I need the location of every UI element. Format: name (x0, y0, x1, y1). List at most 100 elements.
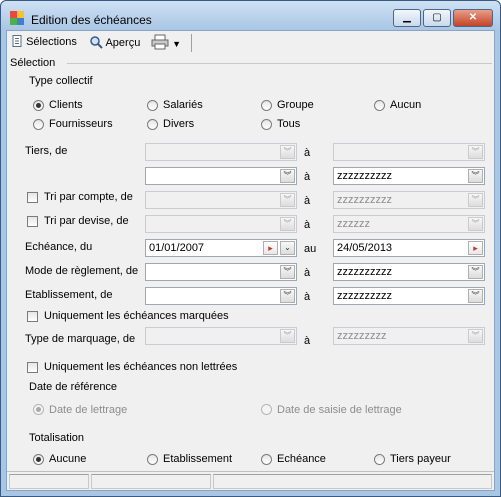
mode-to-combo[interactable]: zzzzzzzzzz ︾ (333, 263, 485, 281)
chevron-down-icon[interactable]: ︾ (280, 169, 295, 183)
marquees-label[interactable]: Uniquement les échéances marquées (44, 310, 229, 322)
chevron-down-icon[interactable]: ︾ (468, 193, 483, 207)
radio-groupe-label[interactable]: Groupe (277, 99, 314, 111)
tri-compte-checkbox[interactable] (27, 192, 38, 203)
status-bar (7, 471, 494, 490)
radio-salaries[interactable] (147, 100, 158, 111)
radio-fournisseurs-label[interactable]: Fournisseurs (49, 118, 113, 130)
mode-to-value: zzzzzzzzzz (337, 266, 392, 278)
title-bar[interactable]: Edition des échéances ▁ ▢ ✕ (1, 1, 500, 30)
maximize-button[interactable]: ▢ (423, 9, 451, 27)
type-marquage-to-combo[interactable]: zzzzzzzzz ︾ (333, 327, 485, 345)
radio-divers-label[interactable]: Divers (163, 118, 194, 130)
chevron-down-icon[interactable]: ︾ (468, 169, 483, 183)
radio-total-etablissement-label[interactable]: Etablissement (163, 453, 232, 465)
radio-clients-label[interactable]: Clients (49, 99, 83, 111)
chevron-down-icon[interactable]: ︾ (468, 217, 483, 231)
tri-devise-to-combo[interactable]: zzzzzz ︾ (333, 215, 485, 233)
calendar-icon[interactable]: ▸ (263, 241, 278, 255)
status-cell (91, 474, 211, 489)
tri-compte-a: à (304, 195, 311, 207)
chevron-down-icon[interactable]: ︾ (280, 217, 295, 231)
chevron-down-icon[interactable]: ︾ (468, 329, 483, 343)
selection-section: Sélection Type collectif Clients Salarié… (7, 55, 494, 490)
mode-from-combo[interactable]: ︾ (145, 263, 297, 281)
tiers-to-value: zzzzzzzzzz (337, 170, 392, 182)
type-marquage-from-combo[interactable]: ︾ (145, 327, 297, 345)
radio-total-echeance[interactable] (261, 454, 272, 465)
chevron-down-icon[interactable]: ︾ (280, 193, 295, 207)
echeance-from-field[interactable]: 01/01/2007 ▸ ⌄ (145, 239, 297, 257)
radio-tous-label[interactable]: Tous (277, 118, 300, 130)
radio-total-etablissement[interactable] (147, 454, 158, 465)
close-icon: ✕ (468, 12, 478, 23)
tri-compte-to-combo[interactable]: zzzzzzzzzz ︾ (333, 191, 485, 209)
marquees-checkbox[interactable] (27, 311, 38, 322)
radio-date-lettrage[interactable] (33, 404, 44, 415)
echeance-au: au (304, 243, 317, 255)
totalisation-label: Totalisation (29, 432, 85, 444)
tri-compte-from-combo[interactable]: ︾ (145, 191, 297, 209)
radio-salaries-label[interactable]: Salariés (163, 99, 203, 111)
tri-devise-label[interactable]: Tri par devise, de (44, 215, 129, 227)
tiers-to-combo-1[interactable]: ︾ (333, 143, 485, 161)
minimize-icon: ▁ (403, 12, 411, 23)
radio-date-saisie-lettrage[interactable] (261, 404, 272, 415)
minimize-button[interactable]: ▁ (393, 9, 421, 27)
app-icon (10, 11, 24, 25)
echeance-to-field[interactable]: 24/05/2013 ▸ (333, 239, 485, 257)
chevron-down-icon[interactable]: ︾ (280, 265, 295, 279)
mode-label: Mode de règlement, de (25, 265, 139, 277)
apercu-button[interactable]: Aperçu (89, 35, 140, 49)
tri-compte-label[interactable]: Tri par compte, de (44, 191, 133, 203)
selections-button[interactable]: Sélections (11, 35, 77, 48)
tri-devise-checkbox[interactable] (27, 216, 38, 227)
etablissement-from-combo[interactable]: ︾ (145, 287, 297, 305)
radio-groupe[interactable] (261, 100, 272, 111)
radio-divers[interactable] (147, 119, 158, 130)
section-divider (67, 63, 492, 64)
radio-total-aucune-label[interactable]: Aucune (49, 453, 86, 465)
chevron-down-icon[interactable]: ︾ (280, 145, 295, 159)
apercu-label: Aperçu (105, 37, 141, 49)
etablissement-to-combo[interactable]: zzzzzzzzzz ︾ (333, 287, 485, 305)
etablissement-to-value: zzzzzzzzzz (337, 290, 392, 302)
toolbar: Sélections Aperçu ▼ (7, 31, 494, 55)
chevron-down-icon[interactable]: ▼ (172, 39, 181, 49)
echeance-from-value: 01/01/2007 (149, 242, 205, 254)
radio-total-aucune[interactable] (33, 454, 44, 465)
type-collectif-label: Type collectif (29, 75, 93, 87)
radio-tous[interactable] (261, 119, 272, 130)
radio-aucun-label[interactable]: Aucun (390, 99, 421, 111)
tiers-a-1: à (304, 147, 311, 159)
non-lettrees-checkbox[interactable] (27, 362, 38, 373)
close-button[interactable]: ✕ (453, 9, 493, 27)
tiers-from-combo-1[interactable]: ︾ (145, 143, 297, 161)
chevron-down-icon[interactable]: ︾ (468, 289, 483, 303)
window: Edition des échéances ▁ ▢ ✕ Sélections A… (0, 0, 501, 497)
radio-total-tiers-payeur[interactable] (374, 454, 385, 465)
tiers-a-2: à (304, 171, 311, 183)
radio-clients[interactable] (33, 100, 44, 111)
radio-date-saisie-lettrage-label[interactable]: Date de saisie de lettrage (277, 404, 402, 416)
tiers-to-combo-2[interactable]: zzzzzzzzzz ︾ (333, 167, 485, 185)
tiers-from-combo-2[interactable]: ︾ (145, 167, 297, 185)
tri-devise-from-combo[interactable]: ︾ (145, 215, 297, 233)
chevron-down-icon[interactable]: ︾ (280, 289, 295, 303)
calendar-icon[interactable]: ▸ (468, 241, 483, 255)
chevron-down-icon[interactable]: ⌄ (280, 241, 295, 255)
status-cell (9, 474, 89, 489)
chevron-down-icon[interactable]: ︾ (468, 145, 483, 159)
chevron-down-icon[interactable]: ︾ (280, 329, 295, 343)
non-lettrees-label[interactable]: Uniquement les échéances non lettrées (44, 361, 237, 373)
radio-total-echeance-label[interactable]: Echéance (277, 453, 326, 465)
type-marquage-a: à (304, 335, 311, 347)
radio-total-tiers-payeur-label[interactable]: Tiers payeur (390, 453, 451, 465)
radio-fournisseurs[interactable] (33, 119, 44, 130)
radio-aucun[interactable] (374, 100, 385, 111)
radio-date-lettrage-label[interactable]: Date de lettrage (49, 404, 127, 416)
print-button[interactable]: ▼ (151, 34, 181, 53)
echeance-label: Echéance, du (25, 241, 93, 253)
chevron-down-icon[interactable]: ︾ (468, 265, 483, 279)
magnifier-icon (90, 36, 103, 49)
